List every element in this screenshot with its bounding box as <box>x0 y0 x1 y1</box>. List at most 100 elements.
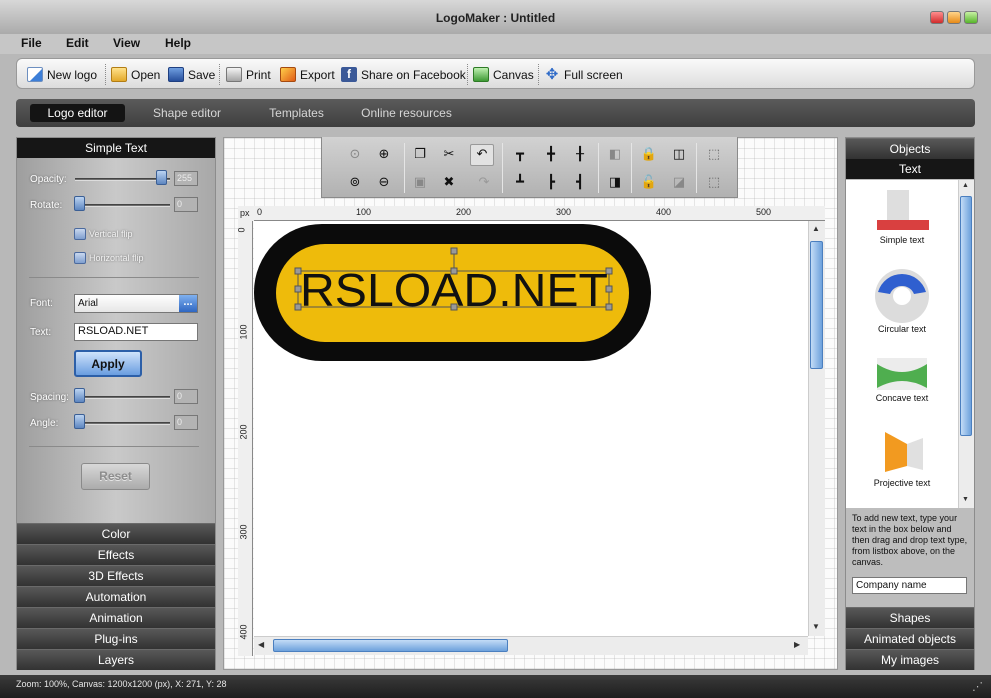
unlock-icon[interactable]: 🔓 <box>640 173 658 191</box>
printer-icon <box>226 67 242 82</box>
canvas-button[interactable]: Canvas <box>473 65 534 84</box>
align-middle-icon[interactable]: ╂ <box>571 145 589 163</box>
vertical-scrollbar[interactable]: ▲ ▼ <box>808 221 825 636</box>
section-effects[interactable]: Effects <box>17 544 215 565</box>
rotate-slider-thumb[interactable] <box>74 196 85 211</box>
section-shapes[interactable]: Shapes <box>846 607 974 628</box>
menu-edit[interactable]: Edit <box>66 36 89 50</box>
crop-icon[interactable]: ⬚ <box>705 173 723 191</box>
rotate-value[interactable]: 0 <box>174 197 198 212</box>
align-left-icon[interactable]: ┣ <box>542 173 560 191</box>
paste-icon[interactable]: ▣ <box>411 173 429 191</box>
group-icon[interactable]: ◫ <box>670 145 688 163</box>
reset-button[interactable]: Reset <box>81 463 150 490</box>
section-my-images[interactable]: My images <box>846 649 974 670</box>
open-button[interactable]: Open <box>111 65 160 84</box>
vertical-flip-checkbox[interactable] <box>74 228 86 240</box>
toolbar-separator <box>404 143 405 193</box>
scroll-right-arrow-icon[interactable]: ▶ <box>794 640 800 649</box>
apply-button[interactable]: Apply <box>74 350 142 377</box>
company-name-input[interactable]: Company name <box>852 577 967 594</box>
select-area-icon[interactable]: ⬚ <box>705 145 723 163</box>
section-plug-ins[interactable]: Plug-ins <box>17 628 215 649</box>
status-text: Zoom: 100%, Canvas: 1200x1200 (px), X: 2… <box>16 679 227 689</box>
lock-icon[interactable]: 🔒 <box>640 145 658 163</box>
rotate-handle[interactable] <box>450 247 458 255</box>
resize-grip-icon[interactable]: ⋰ <box>972 680 983 693</box>
opacity-value[interactable]: 255 <box>174 171 198 186</box>
text-input[interactable]: RSLOAD.NET <box>74 323 198 341</box>
circular-text-item[interactable] <box>846 266 958 326</box>
font-browse-button[interactable]: ... <box>179 295 197 312</box>
angle-value[interactable]: 0 <box>174 415 198 430</box>
horizontal-flip-checkbox[interactable] <box>74 252 86 264</box>
send-to-back-icon[interactable]: ◨ <box>606 173 624 191</box>
undo-icon[interactable]: ↶ <box>470 144 494 166</box>
tab-online-resources[interactable]: Online resources <box>359 104 454 122</box>
angle-slider[interactable] <box>75 422 170 425</box>
align-bottom-icon[interactable]: ┻ <box>511 173 529 191</box>
horizontal-scroll-thumb[interactable] <box>273 639 508 652</box>
concave-text-item[interactable] <box>846 352 958 394</box>
tab-templates[interactable]: Templates <box>254 104 339 122</box>
section-animated-objects[interactable]: Animated objects <box>846 628 974 649</box>
zoom-out-icon[interactable]: ⊖ <box>375 173 393 191</box>
rotate-slider[interactable] <box>75 204 170 207</box>
toolbar-separator <box>631 143 632 193</box>
share-facebook-button[interactable]: f Share on Facebook <box>341 65 466 84</box>
cut-icon[interactable]: ✂ <box>440 145 458 163</box>
angle-slider-thumb[interactable] <box>74 414 85 429</box>
zoom-fit-icon[interactable]: ⊚ <box>346 173 364 191</box>
object-list-scroll-thumb[interactable] <box>960 196 972 436</box>
zoom-in-icon[interactable]: ⊕ <box>375 145 393 163</box>
objects-panel: Objects Text Simple text Circular text C… <box>845 137 975 670</box>
tab-logo-editor[interactable]: Logo editor <box>30 104 125 122</box>
spacing-slider-thumb[interactable] <box>74 388 85 403</box>
section-automation[interactable]: Automation <box>17 586 215 607</box>
section-3d-effects[interactable]: 3D Effects <box>17 565 215 586</box>
scroll-down-arrow-icon[interactable]: ▼ <box>812 622 820 631</box>
spacing-value[interactable]: 0 <box>174 389 198 404</box>
close-window-button[interactable] <box>930 11 944 24</box>
export-button[interactable]: Export <box>280 65 335 84</box>
section-color[interactable]: Color <box>17 523 215 544</box>
fullscreen-button[interactable]: ✥ Full screen <box>544 65 623 84</box>
scroll-up-arrow-icon[interactable]: ▲ <box>812 224 820 233</box>
align-top-icon[interactable]: ┳ <box>511 145 529 163</box>
text-category-header[interactable]: Text <box>846 159 974 179</box>
object-list-scrollbar[interactable]: ▲ ▼ <box>958 180 974 508</box>
objects-header[interactable]: Objects <box>846 138 974 159</box>
projective-text-item[interactable] <box>846 428 958 478</box>
menu-file[interactable]: File <box>21 36 42 50</box>
delete-icon[interactable]: ✖ <box>440 173 458 191</box>
menu-view[interactable]: View <box>113 36 140 50</box>
new-logo-button[interactable]: New logo <box>27 65 97 84</box>
horizontal-scrollbar[interactable]: ◀ ▶ <box>254 636 808 655</box>
scroll-up-arrow-icon[interactable]: ▲ <box>962 182 969 189</box>
redo-icon[interactable]: ↷ <box>475 173 493 191</box>
align-right-icon[interactable]: ┫ <box>571 173 589 191</box>
scroll-left-arrow-icon[interactable]: ◀ <box>258 640 264 649</box>
ungroup-icon[interactable]: ◪ <box>670 173 688 191</box>
tab-shape-editor[interactable]: Shape editor <box>142 104 232 122</box>
drawing-canvas[interactable]: RSLOAD.NET <box>254 221 808 636</box>
save-button[interactable]: Save <box>168 65 215 84</box>
print-label: Print <box>246 67 271 82</box>
logo-text[interactable]: RSLOAD.NET <box>300 264 608 316</box>
zoom-actual-icon[interactable]: ⊙ <box>346 145 364 163</box>
scroll-down-arrow-icon[interactable]: ▼ <box>962 496 969 503</box>
minimize-window-button[interactable] <box>947 11 961 24</box>
section-layers[interactable]: Layers <box>17 649 215 670</box>
simple-text-item[interactable] <box>846 190 958 238</box>
bring-to-front-icon[interactable]: ◧ <box>606 145 624 163</box>
vertical-scroll-thumb[interactable] <box>810 241 823 369</box>
maximize-window-button[interactable] <box>964 11 978 24</box>
section-animation[interactable]: Animation <box>17 607 215 628</box>
spacing-slider[interactable] <box>75 396 170 399</box>
align-center-icon[interactable]: ╋ <box>542 145 560 163</box>
print-button[interactable]: Print <box>226 65 271 84</box>
menu-help[interactable]: Help <box>165 36 191 50</box>
logo-artwork[interactable]: RSLOAD.NET <box>254 221 808 636</box>
copy-icon[interactable]: ❐ <box>411 145 429 163</box>
opacity-slider-thumb[interactable] <box>156 170 167 185</box>
